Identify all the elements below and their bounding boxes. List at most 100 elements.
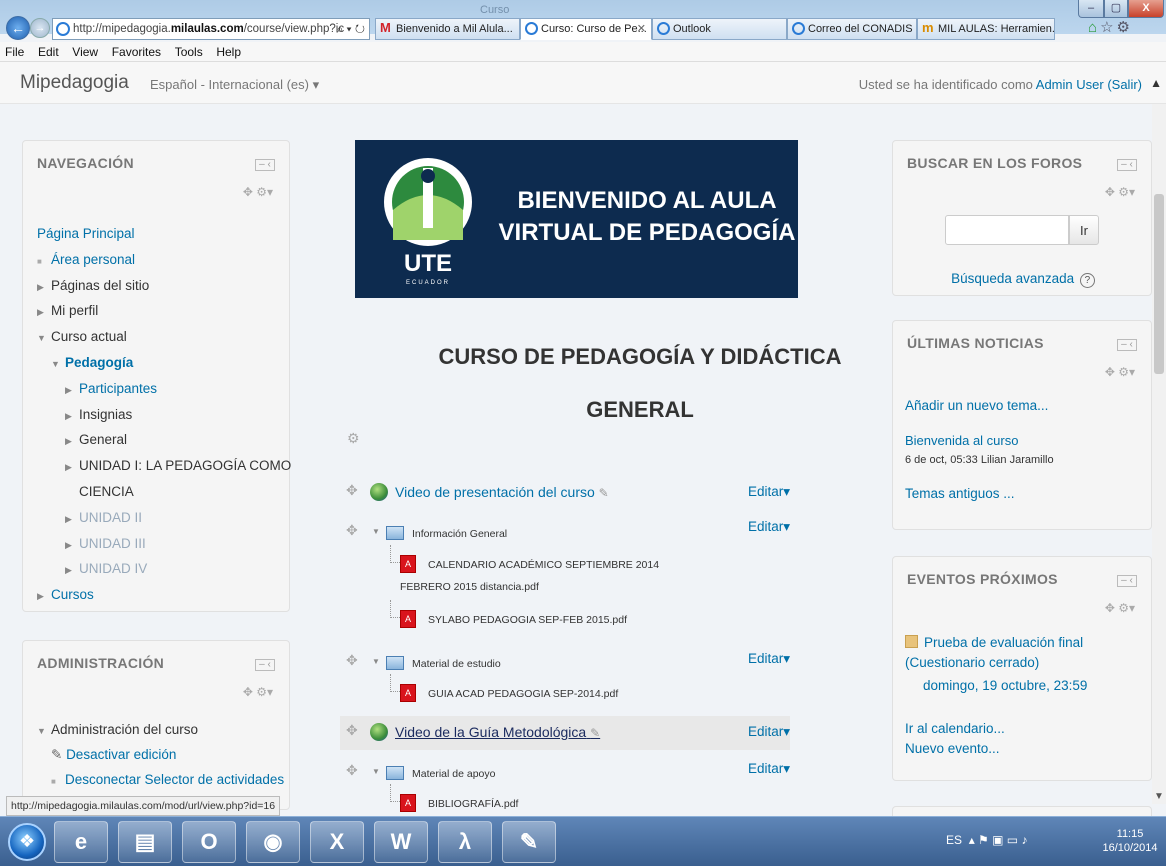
search-refresh-icons[interactable]: ⌕ ▾ ↻ <box>336 19 365 39</box>
forum-search-input[interactable] <box>945 215 1069 245</box>
section-settings-icon[interactable]: ⚙ <box>347 430 360 447</box>
advanced-search-link[interactable]: Búsqueda avanzada ? <box>893 271 1153 288</box>
firefox-taskbar-icon[interactable]: ◉ <box>246 821 300 863</box>
settings-gear-icon[interactable]: ⚙ <box>1117 19 1133 36</box>
start-button[interactable]: ❖ <box>8 823 46 861</box>
nav-item[interactable]: ▶ Páginas del sitio <box>37 273 291 299</box>
dock-icon[interactable]: – ‹ <box>255 159 275 171</box>
menu-favorites[interactable]: Favorites <box>107 42 166 59</box>
folder-label[interactable]: Material de apoyo <box>412 768 495 780</box>
move-settings-icon[interactable]: ✥ ⚙▾ <box>243 685 273 699</box>
move-icon[interactable]: ✥ <box>346 722 358 739</box>
nav-item[interactable]: ▶ Mi perfil <box>37 298 291 324</box>
move-settings-icon[interactable]: ✥ ⚙▾ <box>1105 185 1135 199</box>
search-go-button[interactable]: Ir <box>1069 215 1099 245</box>
caret-up-icon[interactable]: ▲ <box>1150 76 1162 90</box>
forward-button[interactable]: → <box>30 18 50 38</box>
scrollbar-thumb[interactable] <box>1154 194 1164 374</box>
nav-item[interactable]: ▶ UNIDAD IV <box>37 556 291 582</box>
clock[interactable]: 11:15 16/10/2014 <box>1098 827 1162 855</box>
expand-icon: ▶ <box>65 565 72 576</box>
menu-tools[interactable]: Tools <box>170 42 208 59</box>
admin-item[interactable]: ✎ Desactivar edición <box>37 742 284 767</box>
nav-item[interactable]: CIENCIA <box>37 479 291 505</box>
activity-link[interactable]: Video de presentación del curso ✎ <box>395 484 609 500</box>
nav-item[interactable]: Página Principal <box>37 221 291 247</box>
nav-item[interactable]: ▶ General <box>37 427 291 453</box>
close-tab-icon[interactable]: ✕ <box>637 19 646 39</box>
move-settings-icon[interactable]: ✥ ⚙▾ <box>1105 365 1135 379</box>
nav-item[interactable]: ■ Área personal <box>37 247 291 273</box>
explorer-taskbar-icon[interactable]: ▤ <box>118 821 172 863</box>
tab-bienvenido[interactable]: M Bienvenido a Mil Alula... <box>375 18 520 40</box>
move-icon[interactable]: ✥ <box>346 652 358 669</box>
move-icon[interactable]: ✥ <box>346 482 358 499</box>
nav-item[interactable]: ▶ UNIDAD I: LA PEDAGOGÍA COMO <box>37 453 291 479</box>
acrobat-taskbar-icon[interactable]: λ <box>438 821 492 863</box>
move-icon[interactable]: ✥ <box>346 522 358 539</box>
folder-label[interactable]: Material de estudio <box>412 658 501 670</box>
move-settings-icon[interactable]: ✥ ⚙▾ <box>1105 601 1135 615</box>
favorites-star-icon[interactable]: ☆ <box>1100 19 1116 36</box>
ie-taskbar-icon[interactable]: e <box>54 821 108 863</box>
edit-menu[interactable]: Editar▾ <box>748 724 790 740</box>
nav-item[interactable]: ▼ Pedagogía <box>37 350 291 376</box>
nav-item[interactable]: ▶ UNIDAD II <box>37 505 291 531</box>
admin-item[interactable]: ▼ Administración del curso <box>37 717 284 742</box>
nav-item[interactable]: ▶ Insignias <box>37 402 291 428</box>
word-taskbar-icon[interactable]: W <box>374 821 428 863</box>
paint-taskbar-icon[interactable]: ✎ <box>502 821 556 863</box>
event-link[interactable]: Prueba de evaluación final (Cuestionario… <box>905 633 1151 673</box>
scroll-down-icon[interactable]: ▼ <box>1154 791 1164 802</box>
home-icon[interactable]: ⌂ <box>1088 19 1100 36</box>
dock-icon[interactable]: – ‹ <box>1117 575 1137 587</box>
address-bar[interactable]: http://mipedagogia.milaulas.com/course/v… <box>52 18 370 40</box>
event-date[interactable]: domingo, 19 octubre, 23:59 <box>923 678 1087 693</box>
nav-item[interactable]: ▶ Participantes <box>37 376 291 402</box>
move-icon[interactable]: ✥ <box>346 762 358 779</box>
edit-menu[interactable]: Editar▾ <box>748 519 790 535</box>
folder-label[interactable]: Información General <box>412 528 507 540</box>
news-item-link[interactable]: Bienvenida al curso <box>905 433 1018 448</box>
nav-item[interactable]: ▼ Curso actual <box>37 324 291 350</box>
menu-view[interactable]: View <box>67 42 103 59</box>
calendar-link[interactable]: Ir al calendario... <box>905 721 1005 736</box>
nav-item[interactable]: ▶ UNIDAD III <box>37 531 291 557</box>
outlook-taskbar-icon[interactable]: O <box>182 821 236 863</box>
older-topics-link[interactable]: Temas antiguos ... <box>905 486 1015 501</box>
back-button[interactable]: ← <box>6 16 30 40</box>
expand-icon: ▶ <box>65 384 72 395</box>
new-event-link[interactable]: Nuevo evento... <box>905 741 1000 756</box>
edit-menu[interactable]: Editar▾ <box>748 484 790 500</box>
admin-item[interactable]: ■ Desconectar Selector de actividades <box>37 767 284 792</box>
tray-icons[interactable]: ▴ ⚑ ▣ ▭ ♪ <box>969 833 1028 847</box>
dock-icon[interactable]: – ‹ <box>255 659 275 671</box>
nav-item[interactable]: ▶ Cursos <box>37 582 291 608</box>
menu-help[interactable]: Help <box>211 42 246 59</box>
user-link[interactable]: Admin User <box>1036 77 1104 92</box>
site-brand[interactable]: Mipedagogia <box>20 72 129 94</box>
tab-milaulas[interactable]: m MIL AULAS: Herramien... <box>917 18 1055 40</box>
edit-menu[interactable]: Editar▾ <box>748 651 790 667</box>
logout-link[interactable]: (Salir) <box>1107 77 1142 92</box>
excel-taskbar-icon[interactable]: X <box>310 821 364 863</box>
collapse-icon[interactable]: ▼ <box>372 767 380 776</box>
dock-icon[interactable]: – ‹ <box>1117 159 1137 171</box>
collapse-icon[interactable]: ▼ <box>372 527 380 536</box>
page-scrollbar[interactable]: ▼ <box>1152 104 1166 804</box>
language-indicator[interactable]: ES <box>946 833 962 847</box>
bullet-icon: ■ <box>51 777 56 786</box>
tab-outlook[interactable]: Outlook <box>652 18 787 40</box>
add-topic-link[interactable]: Añadir un nuevo tema... <box>905 398 1048 413</box>
menu-file[interactable]: File <box>0 42 29 59</box>
help-icon[interactable]: ? <box>1079 273 1095 288</box>
tab-curso[interactable]: Curso: Curso de Pe... ✕ <box>520 18 652 40</box>
collapse-icon[interactable]: ▼ <box>372 657 380 666</box>
edit-menu[interactable]: Editar▾ <box>748 761 790 777</box>
activity-link[interactable]: Video de la Guía Metodológica ✎ <box>395 724 600 740</box>
menu-edit[interactable]: Edit <box>33 42 64 59</box>
dock-icon[interactable]: – ‹ <box>1117 339 1137 351</box>
language-selector[interactable]: Español - Internacional (es) ▾ <box>150 77 319 93</box>
tab-conadis[interactable]: Correo del CONADIS (... <box>787 18 917 40</box>
move-settings-icon[interactable]: ✥ ⚙▾ <box>243 185 273 199</box>
